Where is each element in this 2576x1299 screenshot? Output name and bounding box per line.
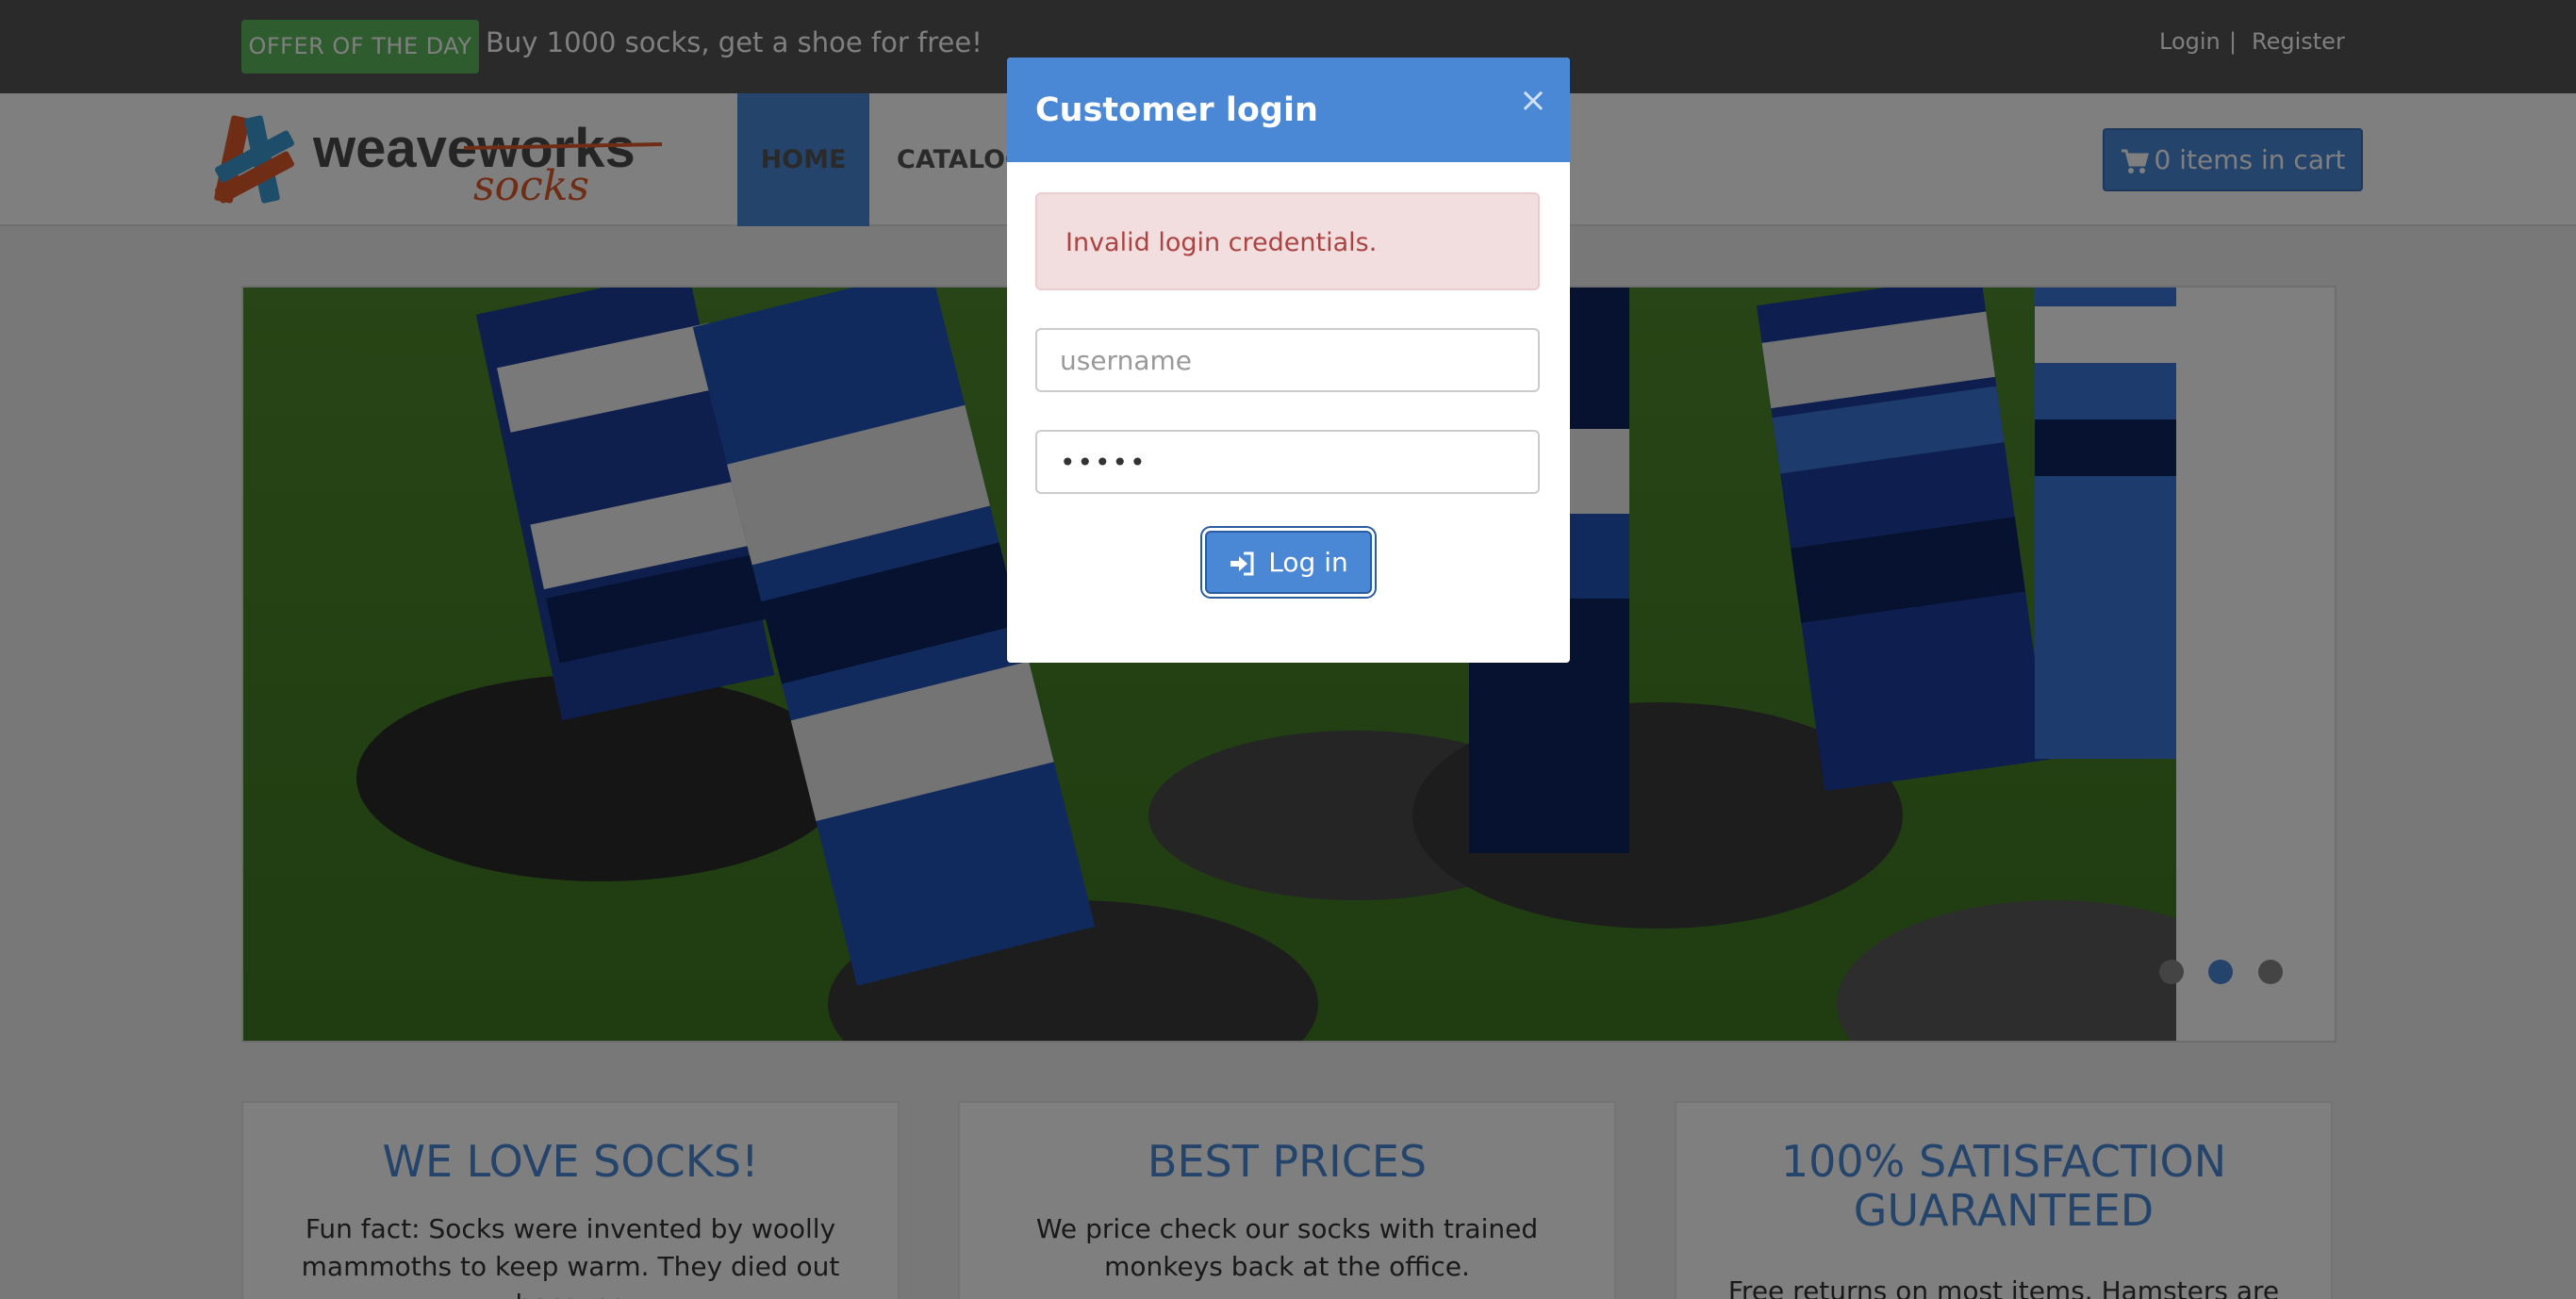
username-field[interactable]: [1035, 328, 1540, 392]
error-alert: Invalid login credentials.: [1035, 192, 1540, 290]
close-icon[interactable]: ×: [1514, 82, 1552, 120]
error-alert-text: Invalid login credentials.: [1065, 228, 1378, 257]
modal-header: Customer login ×: [1007, 58, 1570, 162]
login-modal: Customer login × Invalid login credentia…: [1007, 58, 1570, 663]
page: OFFER OF THE DAY Buy 1000 socks, get a s…: [0, 0, 2576, 1299]
password-field[interactable]: [1035, 430, 1540, 494]
sign-in-icon: [1230, 551, 1254, 576]
login-button[interactable]: Log in: [1205, 531, 1372, 594]
modal-title: Customer login: [1035, 91, 1318, 129]
login-button-label: Log in: [1268, 547, 1348, 578]
